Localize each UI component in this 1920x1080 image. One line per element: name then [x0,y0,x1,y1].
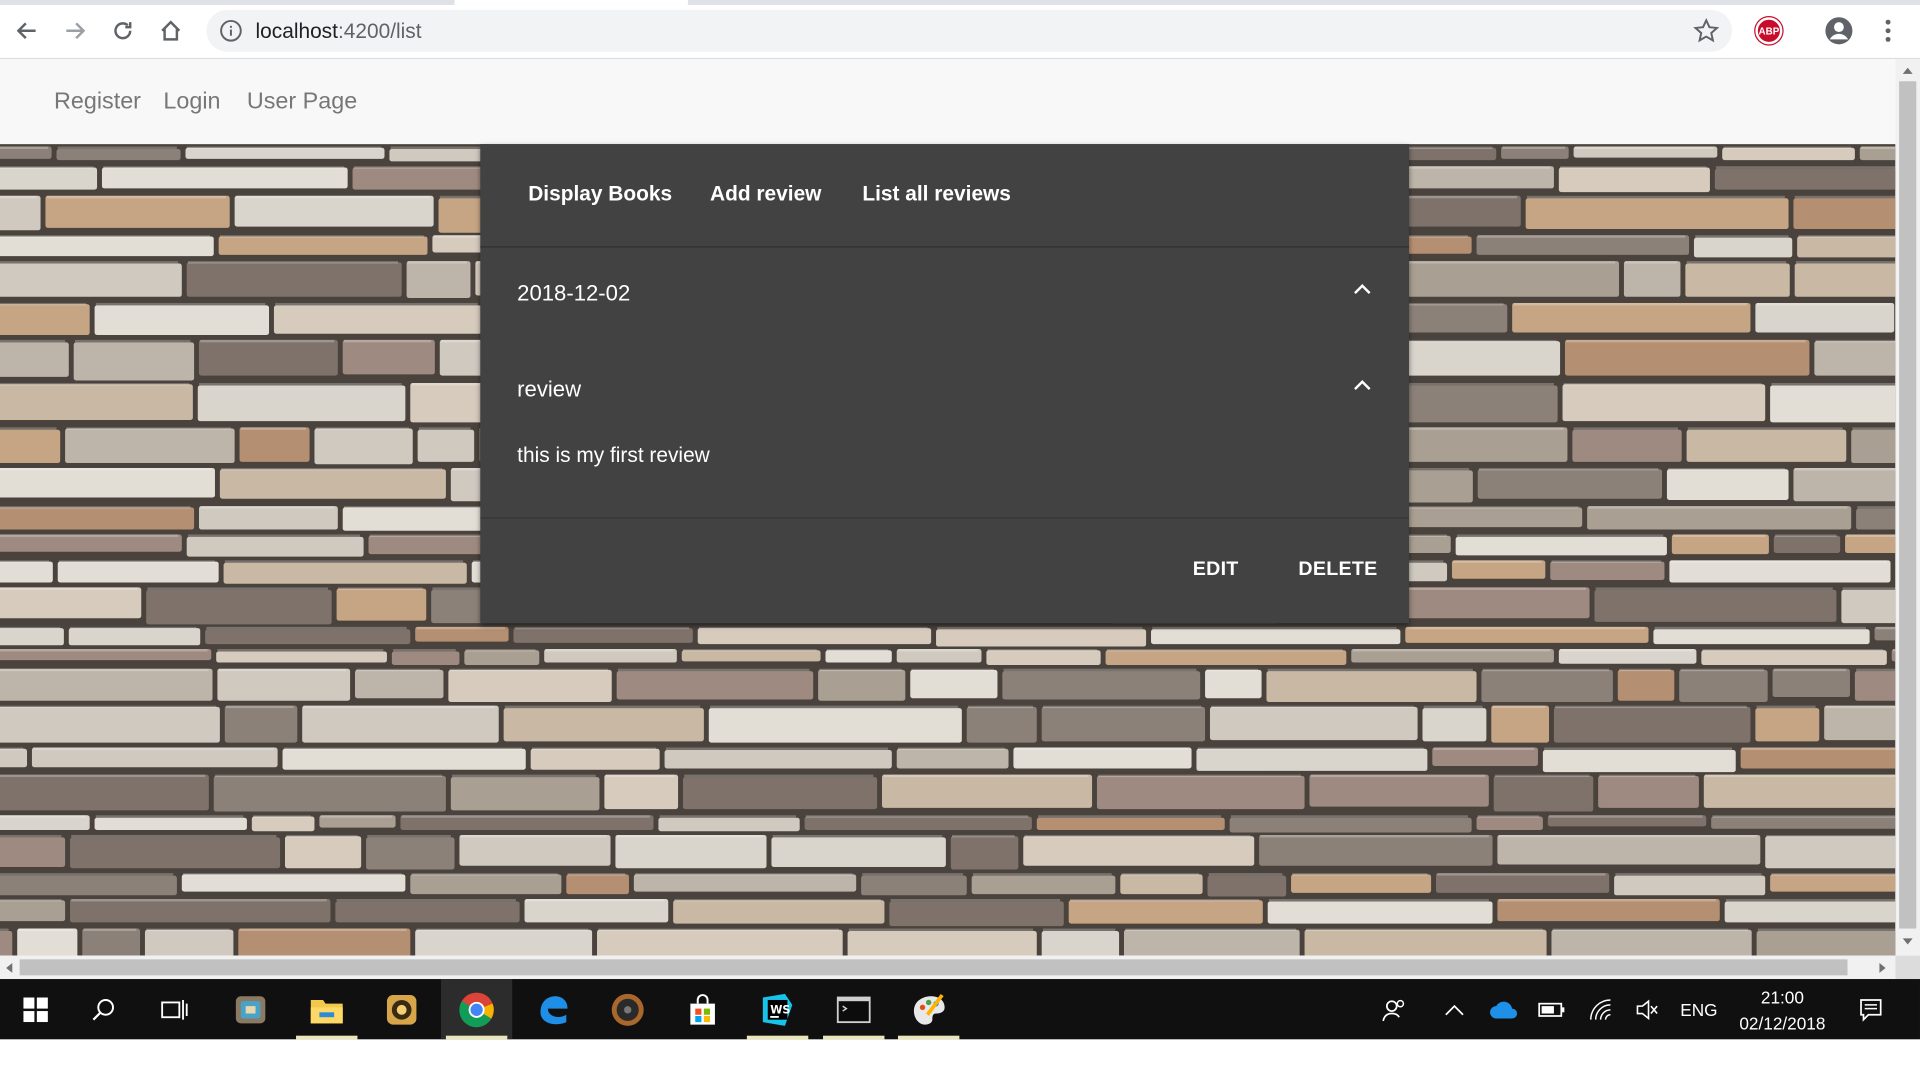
search-icon [92,998,114,1020]
edge-icon [540,995,568,1024]
review-text: this is my first review [517,443,710,467]
review-panel-header[interactable]: review [480,352,1409,428]
taskbar-file-explorer[interactable] [291,979,362,1040]
input-language-indicator[interactable]: ENG [1673,979,1725,1039]
volume-button[interactable] [1631,979,1663,1039]
page-content: Register Login User Page Display Books A… [0,59,1896,956]
home-icon [161,20,181,41]
url-text: localhost:4200/list [256,20,422,45]
chevron-up-icon [1354,380,1371,391]
horizontal-scroll-thumb[interactable] [19,959,1848,976]
arrow-left-icon [16,22,36,40]
taskbar-paint[interactable] [893,979,964,1040]
taskbar-app-2[interactable] [366,979,437,1039]
people-button[interactable] [1377,979,1411,1039]
scroll-left-arrow-icon[interactable] [4,962,14,974]
edit-button[interactable]: EDIT [1193,559,1239,581]
taskbar-app-1[interactable] [215,979,286,1039]
back-button[interactable] [10,14,44,48]
scroll-down-arrow-icon[interactable] [1902,937,1914,947]
delete-button[interactable]: DELETE [1298,559,1377,581]
forward-button[interactable] [58,14,92,48]
vertical-scroll-thumb[interactable] [1899,81,1917,929]
arrow-right-icon [66,22,86,40]
tab-display-books[interactable]: Display Books [528,182,672,207]
scrollbar-corner [1895,955,1920,980]
tab-list-all-reviews[interactable]: List all reviews [862,182,1011,207]
task-view-button[interactable] [139,979,210,1039]
url-host: localhost [255,19,338,44]
bookmark-star-icon[interactable] [1693,17,1720,44]
clock-time: 21:00 [1760,987,1804,1008]
svg-text:WS: WS [770,1003,790,1016]
store-icon [690,993,715,1024]
search-button[interactable] [68,979,139,1039]
scroll-right-arrow-icon[interactable] [1878,962,1888,974]
battery-icon [1538,1002,1565,1017]
app-icon [386,994,417,1024]
terminal-icon [836,995,871,1023]
media-icon [611,993,644,1026]
nav-register-link[interactable]: Register [54,89,141,116]
chrome-icon [459,991,494,1027]
tab-strip [0,0,1920,5]
task-view-icon [161,999,188,1020]
profile-avatar-icon[interactable] [1824,16,1853,46]
address-bar[interactable]: localhost:4200/list [206,9,1733,52]
url-path: :4200/list [337,19,422,44]
windows-taskbar: WS ENG 21:00 02/12/2018 [0,979,1920,1040]
date-panel-header[interactable]: 2018-12-02 [480,256,1409,332]
review-date: 2018-12-02 [517,280,631,306]
taskbar-edge[interactable] [517,979,588,1039]
browser-menu-icon[interactable] [1876,16,1901,46]
taskbar-chrome[interactable] [440,979,513,1040]
nav-user-page-link[interactable]: User Page [247,89,357,116]
browser-toolbar: localhost:4200/list ABP [0,0,1920,60]
show-hidden-icons-button[interactable] [1440,979,1469,1039]
adblock-label: ABP [1758,25,1780,37]
screen: localhost:4200/list ABP Register Login U… [0,0,1920,1080]
chevron-up-icon [1445,1004,1464,1015]
app-navbar: Register Login User Page [0,59,1896,145]
active-tab[interactable] [454,0,688,5]
onedrive-button[interactable] [1486,979,1520,1039]
windows-start-icon [23,996,48,1022]
app-icon [235,995,266,1023]
webstorm-icon: WS [762,993,793,1026]
network-button[interactable] [1585,979,1617,1039]
adblock-extension-icon[interactable]: ABP [1755,17,1783,45]
volume-muted-icon [1636,998,1658,1020]
battery-button[interactable] [1536,979,1568,1039]
onedrive-cloud-icon [1490,1001,1518,1018]
reload-button[interactable] [106,14,140,48]
review-card: Display Books Add review List all review… [480,144,1409,624]
tab-add-review[interactable]: Add review [710,182,821,207]
action-center-button[interactable] [1852,979,1889,1039]
taskbar-media-app[interactable] [592,979,663,1039]
chevron-up-icon [1354,283,1371,294]
system-clock[interactable]: 21:00 02/12/2018 [1727,985,1838,1037]
wifi-icon [1590,998,1611,1020]
reload-icon [114,22,132,40]
home-button[interactable] [154,14,188,48]
scroll-up-arrow-icon[interactable] [1902,65,1914,75]
screen-bottom-area [0,1039,1920,1080]
taskbar-webstorm[interactable]: WS [742,979,813,1040]
vertical-scrollbar[interactable] [1895,59,1920,956]
horizontal-scrollbar[interactable] [0,955,1896,980]
card-tab-bar: Display Books Add review List all review… [480,144,1409,248]
paint-icon [913,993,945,1024]
file-explorer-icon [310,999,343,1023]
people-icon [1382,999,1405,1021]
start-button[interactable] [0,979,71,1039]
review-panel-title: review [517,376,582,402]
notification-icon [1860,998,1882,1022]
clock-date: 02/12/2018 [1739,1013,1826,1034]
nav-login-link[interactable]: Login [163,89,220,116]
info-icon[interactable] [219,18,244,43]
card-divider [480,517,1409,519]
taskbar-terminal[interactable] [818,979,889,1040]
taskbar-store[interactable] [667,979,738,1039]
